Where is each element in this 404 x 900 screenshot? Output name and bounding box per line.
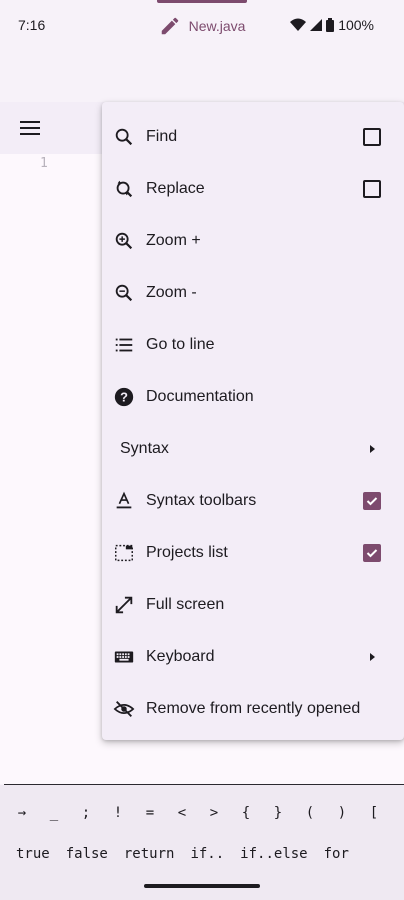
zoom-in-icon bbox=[112, 229, 136, 253]
menu-item-label: Remove from recently opened bbox=[146, 700, 361, 717]
keyboard-icon bbox=[112, 645, 136, 669]
projects-list-icon bbox=[112, 541, 136, 565]
menu-item-find[interactable]: Find bbox=[102, 111, 404, 163]
menu-item-label: Go to line bbox=[146, 336, 215, 353]
menu-item-label: Zoom - bbox=[146, 284, 197, 301]
zoom-out-icon bbox=[112, 281, 136, 305]
snippet-button[interactable]: if.. bbox=[182, 840, 232, 868]
visibility-off-icon bbox=[112, 697, 136, 721]
symbol-button[interactable]: = bbox=[134, 798, 166, 828]
menu-item-replace[interactable]: Replace bbox=[102, 163, 404, 215]
menu-item-remove-recent[interactable]: Remove from recently opened bbox=[102, 683, 404, 735]
symbol-button[interactable]: ; bbox=[70, 798, 102, 828]
menu-item-label: Find bbox=[146, 128, 178, 145]
menu-item-label: Keyboard bbox=[146, 648, 215, 665]
symbol-button[interactable]: ( bbox=[294, 798, 326, 828]
symbol-button[interactable]: ) bbox=[326, 798, 358, 828]
menu-item-label: Syntax toolbars bbox=[146, 492, 257, 509]
menu-item-label: Replace bbox=[146, 180, 205, 197]
menu-item-keyboard[interactable]: Keyboard bbox=[102, 631, 404, 683]
chevron-right-icon bbox=[362, 439, 382, 459]
wifi-icon bbox=[290, 18, 307, 31]
menu-item-zoom-in[interactable]: Zoom + bbox=[102, 215, 404, 267]
fullscreen-icon bbox=[112, 593, 136, 617]
syntax-toolbars-checkbox[interactable] bbox=[362, 491, 382, 511]
snippet-button[interactable]: if..else bbox=[232, 840, 315, 868]
battery-icon bbox=[326, 18, 335, 32]
menu-item-label: Full screen bbox=[146, 596, 225, 613]
menu-item-go-to-line[interactable]: Go to line bbox=[102, 319, 404, 371]
snippet-button[interactable]: return bbox=[116, 840, 183, 868]
replace-checkbox[interactable] bbox=[362, 179, 382, 199]
gesture-bar[interactable] bbox=[144, 884, 260, 888]
menu-item-label: Zoom + bbox=[146, 232, 201, 249]
hamburger-menu-icon[interactable] bbox=[18, 116, 42, 140]
text-format-icon bbox=[112, 489, 136, 513]
replace-icon bbox=[112, 177, 136, 201]
list-icon bbox=[112, 333, 136, 357]
overflow-menu: Find Replace Zoom + Zoom - Go to line ? … bbox=[102, 102, 404, 740]
menu-item-label: Syntax bbox=[120, 440, 169, 457]
symbol-button[interactable]: [ bbox=[358, 798, 390, 828]
snippets-toolbar: true false return if.. if..else for bbox=[0, 840, 404, 868]
snippet-button[interactable]: for bbox=[316, 840, 357, 868]
svg-text:?: ? bbox=[120, 390, 128, 405]
menu-item-label: Documentation bbox=[146, 388, 254, 405]
symbol-button[interactable]: } bbox=[262, 798, 294, 828]
search-icon bbox=[112, 125, 136, 149]
symbol-button[interactable]: < bbox=[166, 798, 198, 828]
menu-item-syntax-toolbars[interactable]: Syntax toolbars bbox=[102, 475, 404, 527]
tab-new-java[interactable]: New.java bbox=[155, 0, 249, 52]
snippet-button[interactable]: true bbox=[8, 840, 58, 868]
menu-item-label: Projects list bbox=[146, 544, 228, 561]
find-checkbox[interactable] bbox=[362, 127, 382, 147]
battery-percent: 100% bbox=[338, 17, 374, 33]
menu-item-projects-list[interactable]: Projects list bbox=[102, 527, 404, 579]
tab-bar bbox=[0, 50, 404, 102]
pencil-icon bbox=[161, 17, 178, 35]
snippet-button[interactable]: false bbox=[58, 840, 116, 868]
symbol-button[interactable]: ! bbox=[102, 798, 134, 828]
status-time: 7:16 bbox=[18, 17, 46, 33]
symbol-button[interactable]: _ bbox=[38, 798, 70, 828]
menu-item-documentation[interactable]: ? Documentation bbox=[102, 371, 404, 423]
menu-item-full-screen[interactable]: Full screen bbox=[102, 579, 404, 631]
symbol-button[interactable]: { bbox=[230, 798, 262, 828]
menu-item-zoom-out[interactable]: Zoom - bbox=[102, 267, 404, 319]
help-icon: ? bbox=[112, 385, 136, 409]
line-number: 1 bbox=[40, 156, 48, 171]
menu-item-syntax[interactable]: Syntax bbox=[102, 423, 404, 475]
tab-label: New.java bbox=[188, 18, 246, 34]
symbol-button[interactable]: → bbox=[6, 798, 38, 828]
symbol-button[interactable]: > bbox=[198, 798, 230, 828]
status-icons: 100% bbox=[290, 17, 374, 33]
signal-icon bbox=[310, 19, 323, 31]
chevron-right-icon bbox=[362, 647, 382, 667]
symbols-toolbar: → _ ; ! = < > { } ( ) [ bbox=[0, 798, 404, 828]
projects-list-checkbox[interactable] bbox=[362, 543, 382, 563]
